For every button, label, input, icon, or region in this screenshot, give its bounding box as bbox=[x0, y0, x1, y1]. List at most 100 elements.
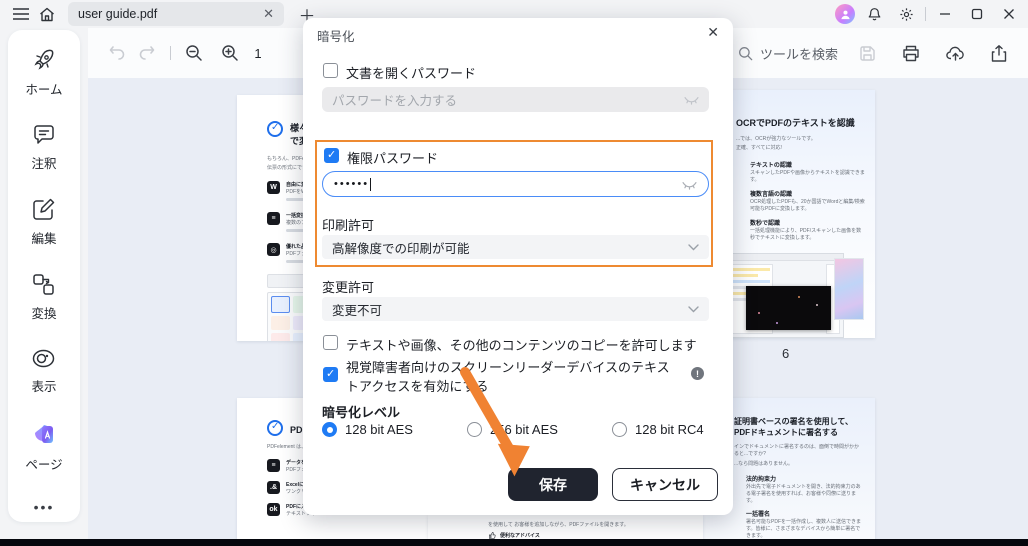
page-image-swirl bbox=[834, 258, 864, 320]
zoom-out-icon[interactable] bbox=[179, 39, 209, 67]
share-export-icon[interactable] bbox=[984, 39, 1014, 67]
radio-256-aes[interactable]: 256 bit AES bbox=[467, 422, 558, 437]
radio-128-rc4-label: 128 bit RC4 bbox=[635, 422, 704, 437]
close-window-icon[interactable] bbox=[996, 3, 1022, 25]
chevron-down-icon bbox=[688, 305, 699, 312]
encryption-level-label: 暗号化レベル bbox=[322, 405, 401, 420]
print-permission-dropdown[interactable]: 高解像度での印刷が可能 bbox=[322, 235, 709, 259]
sidebar-item-edit[interactable]: 編集 bbox=[31, 198, 57, 247]
form-icon: ≡ bbox=[267, 459, 280, 472]
excel-icon: .& bbox=[267, 481, 280, 494]
sidebar-label-pages: ページ bbox=[25, 458, 63, 472]
check-circle-icon bbox=[267, 121, 283, 137]
search-icon bbox=[739, 46, 753, 60]
comment-icon bbox=[34, 125, 54, 144]
document-tab[interactable]: user guide.pdf ✕ bbox=[68, 2, 284, 26]
screen-reader-label: 視覚障害者向けのスクリーンリーダーデバイスのテキストアクセスを有効にする bbox=[346, 360, 670, 394]
screen-reader-checkbox[interactable]: 視覚障害者向けのスクリーンリーダーデバイスのテキストアクセスを有効にする bbox=[323, 359, 678, 397]
divider bbox=[170, 46, 171, 60]
radio-128-rc4[interactable]: 128 bit RC4 bbox=[612, 422, 704, 437]
zoom-in-icon[interactable] bbox=[215, 39, 245, 67]
convert-icon bbox=[33, 274, 55, 295]
sidebar-more-icon[interactable]: ••• bbox=[34, 499, 55, 515]
redo-icon[interactable] bbox=[132, 39, 162, 67]
open-password-label: 文書を開くパスワード bbox=[346, 66, 477, 81]
edit-icon bbox=[33, 198, 55, 220]
notifications-bell-icon[interactable] bbox=[861, 3, 887, 25]
sidebar-item-convert[interactable]: 変換 bbox=[31, 273, 57, 322]
bottom-edge-bar bbox=[0, 539, 1028, 546]
undo-icon[interactable] bbox=[102, 39, 132, 67]
sidebar-label-annotation: 注釈 bbox=[31, 157, 57, 171]
maximize-icon[interactable] bbox=[964, 3, 990, 25]
home-icon[interactable] bbox=[34, 3, 60, 25]
pages-ai-icon bbox=[34, 425, 53, 443]
change-permission-dropdown[interactable]: 変更不可 bbox=[322, 297, 709, 321]
checkbox-checked-icon bbox=[324, 148, 339, 163]
password-dots: •••••• bbox=[334, 177, 370, 190]
tab-close-icon[interactable]: ✕ bbox=[263, 6, 274, 22]
tool-search-input[interactable]: ツールを検索 bbox=[738, 44, 838, 63]
radio-selected-icon bbox=[322, 422, 337, 437]
ok-icon: ok bbox=[267, 503, 280, 516]
sidebar-item-annotation[interactable]: 注釈 bbox=[31, 124, 57, 172]
checkbox-checked-icon bbox=[323, 367, 338, 382]
sidebar-label-view: 表示 bbox=[31, 380, 57, 394]
save-button[interactable]: 保存 bbox=[508, 468, 598, 501]
text-caret bbox=[370, 177, 372, 191]
cloud-upload-icon[interactable] bbox=[940, 39, 970, 67]
page-dark-image bbox=[746, 286, 831, 330]
divider bbox=[925, 7, 926, 21]
copy-permission-label: テキストや画像、その他のコンテンツのコピーを許可します bbox=[346, 338, 697, 353]
quality-icon: ◎ bbox=[267, 243, 280, 256]
radio-256-aes-label: 256 bit AES bbox=[490, 422, 558, 437]
print-permission-label: 印刷許可 bbox=[322, 218, 375, 233]
sidebar-item-view[interactable]: 表示 bbox=[31, 348, 57, 395]
print-icon[interactable] bbox=[896, 39, 926, 67]
change-permission-label: 変更許可 bbox=[322, 280, 375, 295]
thumbs-up-icon bbox=[489, 531, 496, 539]
eye-slash-icon bbox=[684, 97, 699, 105]
avatar[interactable] bbox=[835, 4, 855, 24]
minimize-icon[interactable] bbox=[932, 3, 958, 25]
chevron-down-icon bbox=[688, 243, 699, 250]
pdf-page-middle-bottom: を使用して お客様を追加しながら、PDFファイルを開きます。 便利なアドバイス bbox=[428, 515, 703, 540]
permission-password-label: 権限パスワード bbox=[347, 151, 439, 166]
open-password-checkbox[interactable]: 文書を開くパスワード bbox=[323, 63, 476, 82]
sidebar-label-edit: 編集 bbox=[31, 232, 57, 246]
encryption-dialog: 暗号化 ✕ 文書を開くパスワード パスワードを入力する 権限パスワード ••••… bbox=[303, 18, 733, 515]
radio-unselected-icon bbox=[612, 422, 627, 437]
dialog-title: 暗号化 bbox=[317, 30, 355, 44]
eye-slash-icon[interactable] bbox=[682, 179, 697, 190]
permission-password-input[interactable]: •••••• bbox=[322, 171, 709, 197]
checkbox-unchecked-icon bbox=[323, 335, 338, 350]
tab-title: user guide.pdf bbox=[78, 7, 158, 21]
rocket-icon bbox=[34, 49, 54, 70]
open-password-placeholder: パスワードを入力する bbox=[332, 94, 458, 108]
view-icon bbox=[33, 349, 55, 368]
page-number-indicator[interactable]: 1 bbox=[245, 46, 271, 61]
radio-128-aes-label: 128 bit AES bbox=[345, 422, 413, 437]
batch-icon: ≡ bbox=[267, 212, 280, 225]
open-password-input: パスワードを入力する bbox=[322, 87, 709, 112]
settings-gear-icon[interactable] bbox=[893, 3, 919, 25]
save-icon[interactable] bbox=[852, 39, 882, 67]
radio-unselected-icon bbox=[467, 422, 482, 437]
cancel-button[interactable]: キャンセル bbox=[612, 468, 718, 501]
tool-search-placeholder: ツールを検索 bbox=[759, 46, 838, 62]
sidebar-item-home[interactable]: ホーム bbox=[25, 48, 63, 98]
print-permission-value: 高解像度での印刷が可能 bbox=[332, 241, 470, 256]
sidebar-label-home: ホーム bbox=[25, 83, 63, 97]
checkbox-unchecked-icon bbox=[323, 63, 338, 78]
sidebar-label-convert: 変換 bbox=[31, 307, 57, 321]
hamburger-menu-icon[interactable] bbox=[8, 3, 34, 25]
permission-password-checkbox[interactable]: 権限パスワード bbox=[324, 148, 438, 167]
info-icon[interactable]: ! bbox=[691, 367, 704, 380]
copy-permission-checkbox[interactable]: テキストや画像、その他のコンテンツのコピーを許可します bbox=[323, 335, 697, 354]
check-circle-icon bbox=[267, 420, 283, 436]
sidebar-item-pages[interactable]: ページ bbox=[25, 421, 63, 473]
radio-128-aes[interactable]: 128 bit AES bbox=[322, 422, 413, 437]
page-number-label: 6 bbox=[782, 346, 790, 361]
change-permission-value: 変更不可 bbox=[332, 303, 383, 318]
dialog-close-icon[interactable]: ✕ bbox=[707, 24, 719, 41]
